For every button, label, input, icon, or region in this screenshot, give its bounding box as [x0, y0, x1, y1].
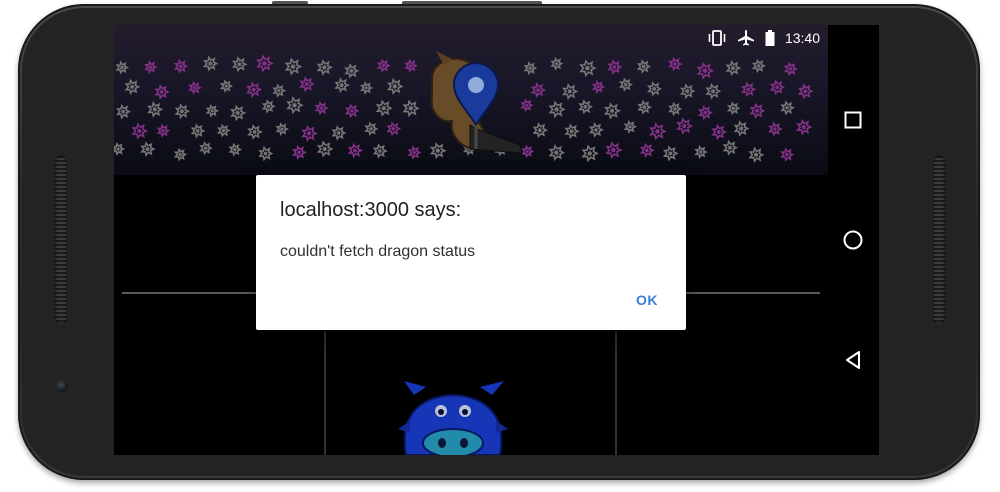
status-bar: 13:40	[114, 25, 828, 51]
home-icon[interactable]	[838, 225, 868, 255]
status-time: 13:40	[784, 30, 820, 46]
recents-icon[interactable]	[838, 105, 868, 135]
navigation-bar	[828, 25, 879, 455]
dialog-title: localhost:3000 says:	[280, 199, 462, 221]
ok-button[interactable]: OK	[636, 292, 658, 308]
device-frame-stage: localhost:3000 says: couldn't fetch drag…	[0, 0, 1000, 492]
left-speaker-grille	[55, 156, 67, 324]
airplane-mode-icon	[737, 30, 754, 46]
dialog-message: couldn't fetch dragon status	[280, 243, 476, 260]
alert-dialog: localhost:3000 says: couldn't fetch drag…	[256, 175, 686, 330]
right-speaker-grille	[933, 156, 945, 324]
back-icon[interactable]	[838, 345, 868, 375]
battery-icon	[765, 30, 775, 46]
web-content: localhost:3000 says: couldn't fetch drag…	[114, 25, 828, 455]
phone-screen: localhost:3000 says: couldn't fetch drag…	[114, 25, 879, 455]
vibrate-icon	[708, 30, 726, 46]
front-camera	[56, 380, 68, 392]
